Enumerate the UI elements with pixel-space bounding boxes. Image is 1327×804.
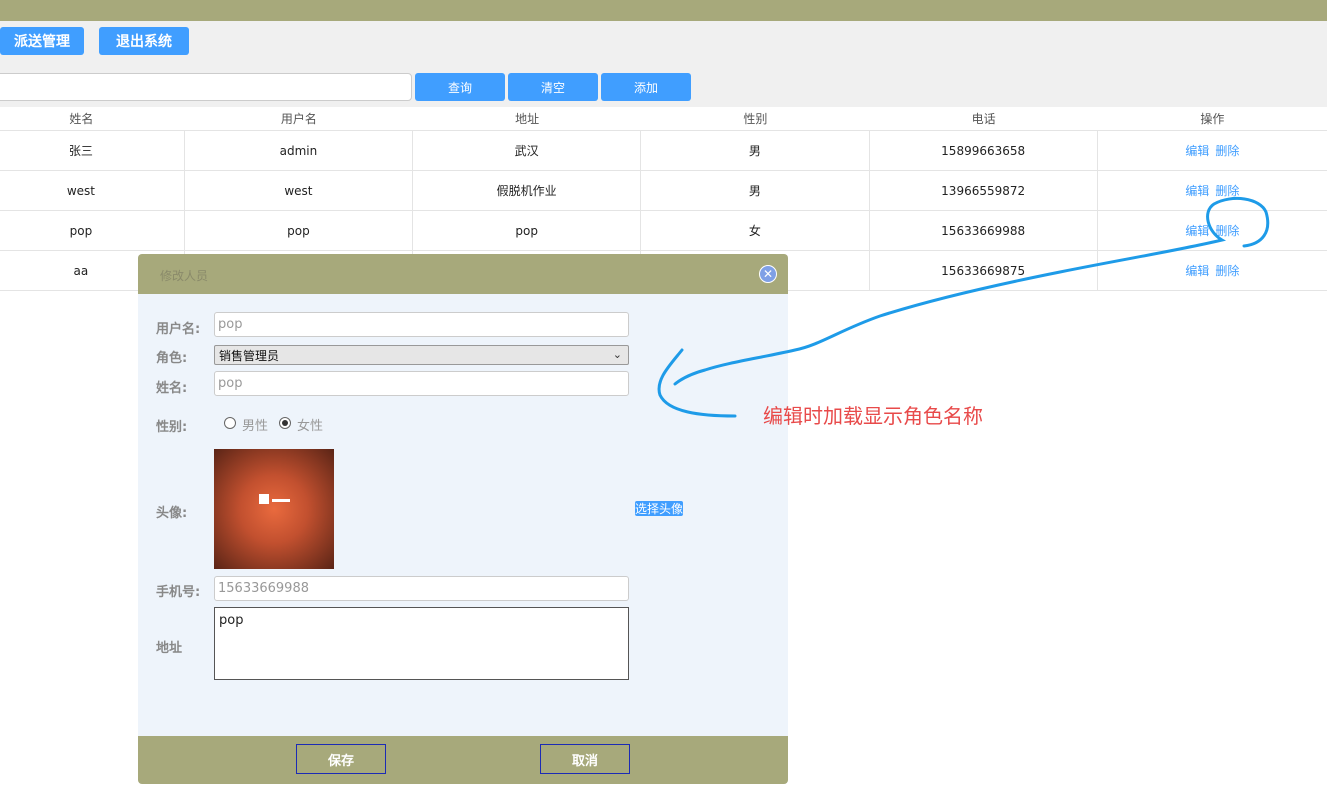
annotation-curve xyxy=(673,197,1270,386)
arrow-head-stroke xyxy=(657,348,737,418)
annotation-arrow xyxy=(657,197,1270,418)
annotation-note: 编辑时加载显示角色名称 xyxy=(763,404,983,428)
